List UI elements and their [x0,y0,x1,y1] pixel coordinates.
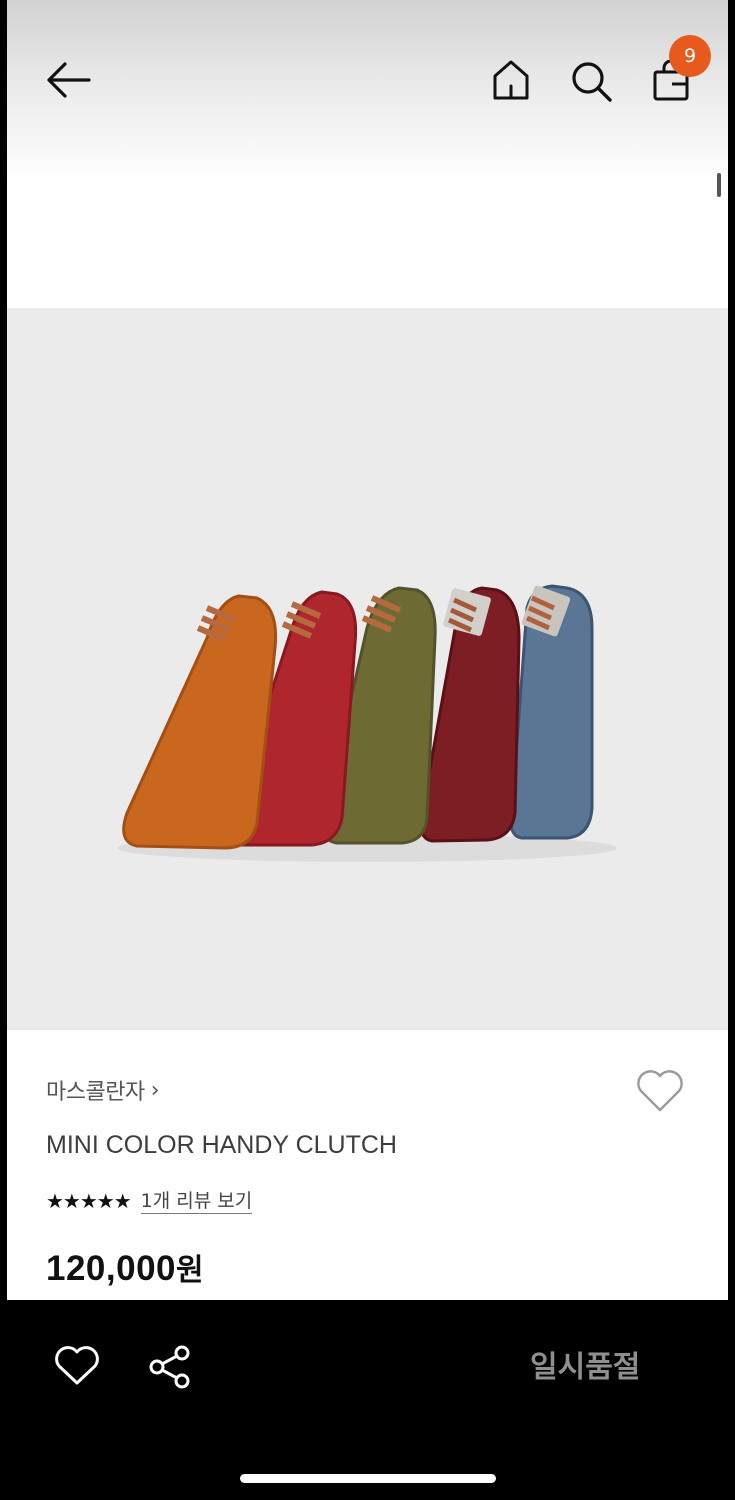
heart-outline-icon[interactable] [635,1068,685,1114]
rating-stars: ★★★★★ [46,1189,132,1213]
brand-name: 마스콜란자 [46,1080,145,1105]
home-icon[interactable] [491,58,531,102]
chevron-right-icon: › [150,1077,160,1103]
share-icon[interactable] [148,1345,192,1389]
brand-link[interactable]: 마스콜란자 › [46,1073,160,1107]
clutch-blue [509,584,594,840]
price-unit: 원 [176,1253,205,1288]
product-detail-screen: 9 마스콜란자 › MINI COLOR HANDY CLUTCH ★★★★★ … [7,0,728,1300]
bottom-action-bar [0,1300,735,1500]
arrow-left-icon[interactable] [45,60,93,100]
rating-row: ★★★★★ 1개 리뷰 보기 [46,1186,253,1216]
header-background [7,0,728,180]
product-image[interactable] [7,308,728,1030]
product-name: MINI COLOR HANDY CLUTCH [46,1131,397,1159]
home-indicator[interactable] [240,1474,496,1483]
sold-out-button[interactable]: 일시품절 [530,1342,640,1386]
cart-count-badge: 9 [669,35,711,77]
price-value: 120,000 [46,1249,177,1288]
product-price: 120,000원 [46,1245,204,1289]
clutch-bags-photo [117,584,617,862]
scroll-indicator[interactable] [717,173,721,197]
review-link[interactable]: 1개 리뷰 보기 [140,1189,253,1214]
heart-outline-icon[interactable] [54,1345,100,1387]
clutch-orange [122,594,278,850]
search-icon[interactable] [570,60,614,104]
